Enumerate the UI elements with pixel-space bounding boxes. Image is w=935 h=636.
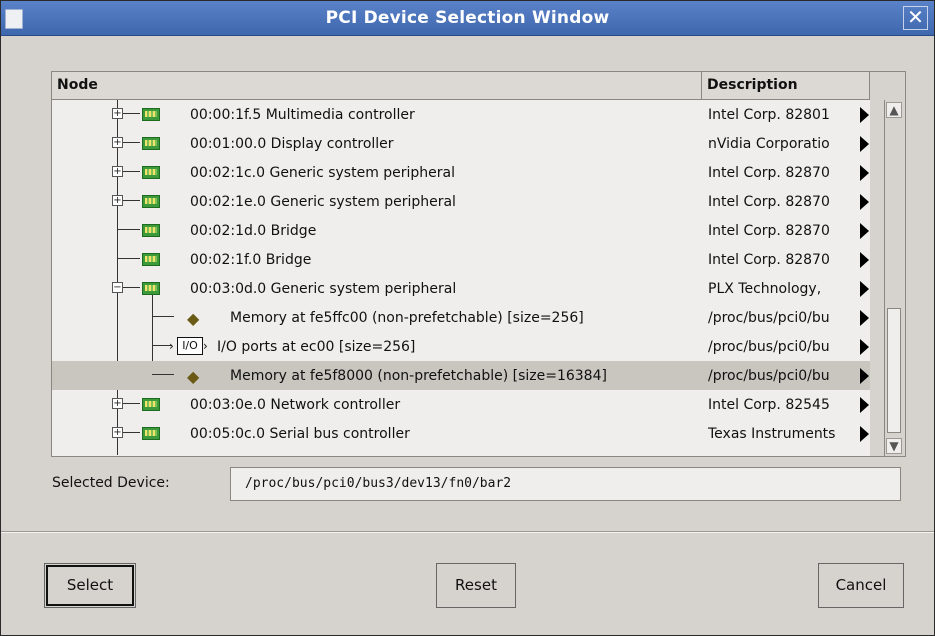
description-cell: Intel Corp. 82870 bbox=[708, 165, 830, 181]
node-label: 00:05:0c.0 Serial bus controller bbox=[190, 426, 410, 442]
tree-row[interactable]: − 00:03:0d.0 Generic system peripheral P… bbox=[52, 274, 870, 303]
node-label: 00:00:1f.5 Multimedia controller bbox=[190, 107, 415, 123]
plus-box-icon[interactable]: + bbox=[112, 108, 123, 119]
tree-row[interactable]: 00:02:1d.0 Bridge Intel Corp. 82870 bbox=[52, 216, 870, 245]
scrollbar-thumb[interactable] bbox=[887, 308, 901, 433]
expand-arrow-icon[interactable] bbox=[860, 368, 869, 384]
expand-arrow-icon[interactable] bbox=[860, 194, 869, 210]
expand-arrow-icon[interactable] bbox=[860, 252, 869, 268]
plus-box-icon[interactable]: + bbox=[112, 137, 123, 148]
plus-box-icon[interactable]: + bbox=[112, 166, 123, 177]
tree-header: Node Description bbox=[52, 72, 870, 100]
pci-card-icon bbox=[142, 137, 160, 150]
expand-arrow-icon[interactable] bbox=[860, 165, 869, 181]
tree-connector bbox=[152, 374, 174, 375]
column-header-description[interactable]: Description bbox=[702, 72, 870, 99]
tree-row[interactable]: + 00:01:00.0 Display controller nVidia C… bbox=[52, 129, 870, 158]
node-label: Memory at fe5ffc00 (non-prefetchable) [s… bbox=[230, 310, 584, 326]
description-cell: Intel Corp. 82801 bbox=[708, 107, 830, 123]
pci-card-icon bbox=[142, 108, 160, 121]
expand-arrow-icon[interactable] bbox=[860, 107, 869, 123]
node-label: 00:01:00.0 Display controller bbox=[190, 136, 394, 152]
node-label: 00:03:0d.0 Generic system peripheral bbox=[190, 281, 457, 297]
minus-box-icon[interactable]: − bbox=[112, 282, 123, 293]
plus-box-icon[interactable]: + bbox=[112, 195, 123, 206]
tree-row[interactable]: + 00:02:1e.0 Generic system peripheral I… bbox=[52, 187, 870, 216]
io-port-icon: I/O bbox=[177, 337, 203, 355]
tree-row[interactable]: 00:02:1f.0 Bridge Intel Corp. 82870 bbox=[52, 245, 870, 274]
scroll-down-icon[interactable]: ▼ bbox=[886, 438, 902, 454]
scroll-up-icon[interactable]: ▲ bbox=[886, 102, 902, 118]
pci-card-icon bbox=[142, 166, 160, 179]
tree-row[interactable]: + 00:05:0c.0 Serial bus controller Texas… bbox=[52, 419, 870, 448]
tree-row[interactable]: + 00:02:1c.0 Generic system peripheral I… bbox=[52, 158, 870, 187]
description-cell: /proc/bus/pci0/bu bbox=[708, 310, 830, 326]
column-header-node[interactable]: Node bbox=[52, 72, 702, 99]
tree-connector bbox=[123, 403, 140, 404]
tree-connector bbox=[123, 432, 140, 433]
expand-arrow-icon[interactable] bbox=[860, 310, 869, 326]
pci-card-icon bbox=[142, 195, 160, 208]
expand-arrow-icon[interactable] bbox=[860, 223, 869, 239]
pci-card-icon bbox=[142, 427, 160, 440]
cancel-button[interactable]: Cancel bbox=[818, 563, 904, 608]
memory-chip-icon: ◆ bbox=[187, 367, 200, 386]
description-cell: Intel Corp. 82545 bbox=[708, 397, 830, 413]
arrow-right-icon: › bbox=[203, 339, 208, 353]
description-cell: /proc/bus/pci0/bu bbox=[708, 339, 830, 355]
node-label: 00:02:1e.0 Generic system peripheral bbox=[190, 194, 456, 210]
expand-arrow-icon[interactable] bbox=[860, 136, 869, 152]
tree-rows: + 00:00:1f.5 Multimedia controller Intel… bbox=[52, 100, 870, 456]
pci-card-icon bbox=[142, 398, 160, 411]
window-title: PCI Device Selection Window bbox=[325, 8, 610, 28]
divider bbox=[1, 531, 934, 533]
tree-connector bbox=[152, 316, 174, 317]
node-label: 00:03:0e.0 Network controller bbox=[190, 397, 401, 413]
select-button[interactable]: Select bbox=[44, 563, 136, 608]
selected-device-label: Selected Device: bbox=[52, 475, 170, 491]
tree-row[interactable]: › I/O › I/O ports at ec00 [size=256] /pr… bbox=[52, 332, 870, 361]
description-cell: Intel Corp. 82870 bbox=[708, 194, 830, 210]
tree-row[interactable]: + 00:00:1f.5 Multimedia controller Intel… bbox=[52, 100, 870, 129]
dialog-window: PCI Device Selection Window ✕ Node Descr… bbox=[0, 0, 935, 636]
title-bar[interactable]: PCI Device Selection Window ✕ bbox=[1, 1, 934, 36]
tree-row[interactable]: ◆ Memory at fe5ffc00 (non-prefetchable) … bbox=[52, 303, 870, 332]
description-cell: nVidia Corporatio bbox=[708, 136, 830, 152]
pci-card-icon bbox=[142, 282, 160, 295]
expand-arrow-icon[interactable] bbox=[860, 339, 869, 355]
device-tree: Node Description + 00:00:1f.5 Multimedia… bbox=[51, 71, 906, 457]
pci-card-icon bbox=[142, 224, 160, 237]
selected-device-field[interactable]: /proc/bus/pci0/bus3/dev13/fn0/bar2 bbox=[230, 467, 901, 501]
description-cell: /proc/bus/pci0/bu bbox=[708, 368, 830, 384]
expand-arrow-icon[interactable] bbox=[860, 426, 869, 442]
plus-box-icon[interactable]: + bbox=[112, 427, 123, 438]
tree-connector bbox=[123, 171, 140, 172]
node-label: Memory at fe5f8000 (non-prefetchable) [s… bbox=[230, 368, 607, 384]
tree-connector bbox=[117, 229, 140, 230]
tree-connector bbox=[123, 287, 140, 288]
plus-box-icon[interactable]: + bbox=[112, 398, 123, 409]
vertical-scrollbar[interactable]: ▲ ▼ bbox=[884, 100, 903, 456]
tree-row-selected[interactable]: ◆ Memory at fe5f8000 (non-prefetchable) … bbox=[52, 361, 870, 390]
description-cell: PLX Technology, bbox=[708, 281, 822, 297]
tree-connector bbox=[117, 258, 140, 259]
description-cell: Texas Instruments bbox=[708, 426, 836, 442]
description-cell: Intel Corp. 82870 bbox=[708, 252, 830, 268]
arrow-right-icon: › bbox=[169, 339, 174, 353]
node-label: I/O ports at ec00 [size=256] bbox=[217, 339, 416, 355]
reset-button[interactable]: Reset bbox=[436, 563, 516, 608]
expand-arrow-icon[interactable] bbox=[860, 281, 869, 297]
expand-arrow-icon[interactable] bbox=[860, 397, 869, 413]
node-label: 00:02:1f.0 Bridge bbox=[190, 252, 312, 268]
node-label: 00:02:1d.0 Bridge bbox=[190, 223, 317, 239]
tree-connector bbox=[123, 113, 140, 114]
node-label: 00:02:1c.0 Generic system peripheral bbox=[190, 165, 456, 181]
tree-connector bbox=[123, 200, 140, 201]
close-button[interactable]: ✕ bbox=[903, 6, 928, 30]
memory-chip-icon: ◆ bbox=[187, 309, 200, 328]
pci-card-icon bbox=[142, 253, 160, 266]
description-cell: Intel Corp. 82870 bbox=[708, 223, 830, 239]
tree-row[interactable]: + 00:03:0e.0 Network controller Intel Co… bbox=[52, 390, 870, 419]
tree-connector bbox=[123, 142, 140, 143]
